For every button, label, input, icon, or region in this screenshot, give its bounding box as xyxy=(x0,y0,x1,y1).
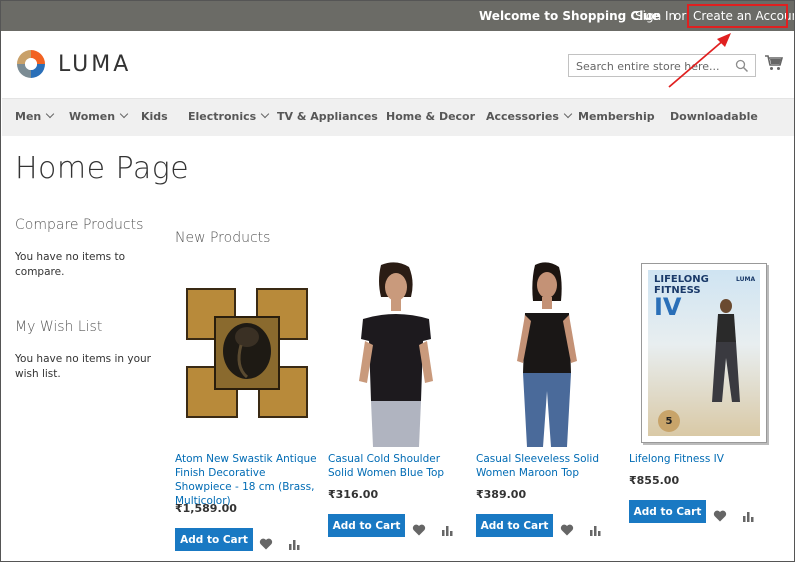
page-title: Home Page xyxy=(15,151,190,186)
luma-logo-icon[interactable] xyxy=(15,48,47,80)
nav-item-men[interactable]: Men xyxy=(15,109,55,123)
dvd-figure-image xyxy=(712,299,740,402)
product-name-link[interactable]: Casual Sleeveless Solid Women Maroon Top xyxy=(476,452,616,480)
product-image-lifelong-fitness-dvd[interactable]: LIFELONG FITNESS IV LUMA 5 xyxy=(641,263,767,443)
dvd-number-badge: 5 xyxy=(658,410,680,432)
dvd-cover: LIFELONG FITNESS IV LUMA 5 xyxy=(648,270,760,436)
compare-icon[interactable] xyxy=(440,523,454,537)
product-name-link[interactable]: Casual Cold Shoulder Solid Women Blue To… xyxy=(328,452,468,480)
or-separator: or xyxy=(674,9,687,23)
sign-in-link[interactable]: Sign In xyxy=(635,9,676,23)
dvd-title-line-1: LIFELONG xyxy=(654,274,709,285)
nav-item-tv-appliances[interactable]: TV & Appliances xyxy=(277,110,378,123)
wishlist-heart-icon[interactable] xyxy=(412,523,426,537)
chevron-down-icon xyxy=(260,109,270,119)
cart-icon[interactable] xyxy=(765,55,783,71)
product-name-link[interactable]: Lifelong Fitness IV xyxy=(629,452,769,466)
product-price: ₹855.00 xyxy=(629,474,680,487)
luma-logo-text[interactable]: LUMA xyxy=(58,52,131,77)
wishlist-empty-text: You have no items in your wish list. xyxy=(15,353,152,380)
nav-item-label: Home & Decor xyxy=(386,110,476,123)
nav-item-kids[interactable]: Kids xyxy=(141,110,168,123)
chevron-down-icon xyxy=(119,109,129,119)
product-image-swastik[interactable] xyxy=(177,279,317,427)
add-to-cart-button[interactable]: Add to Cart xyxy=(629,500,706,523)
nav-item-downloadable[interactable]: Downloadable xyxy=(670,110,758,123)
dvd-brand: LUMA xyxy=(736,276,756,283)
chevron-down-icon xyxy=(46,109,55,119)
compare-products-empty-text: You have no items to compare. xyxy=(15,251,126,278)
product-name-link[interactable]: Atom New Swastik Antique Finish Decorati… xyxy=(175,452,323,508)
main-navigation: Men Women Kids Electronics TV & Applianc… xyxy=(2,98,794,136)
wishlist-title: My Wish List xyxy=(15,319,103,335)
top-panel: Welcome to Shopping Clue Sign In or Crea… xyxy=(1,1,794,31)
compare-icon[interactable] xyxy=(741,509,755,523)
product-image-sleeveless-top[interactable] xyxy=(507,261,587,447)
nav-item-label: Accessories xyxy=(486,110,559,123)
compare-icon[interactable] xyxy=(588,523,602,537)
compare-icon[interactable] xyxy=(287,537,301,551)
chevron-down-icon xyxy=(563,109,573,119)
browser-viewport: Welcome to Shopping Clue Sign In or Crea… xyxy=(0,0,795,562)
highlight-box xyxy=(687,4,788,28)
compare-products-title: Compare Products xyxy=(15,217,144,233)
product-image-cold-shoulder-top[interactable] xyxy=(351,261,441,447)
nav-item-label: Membership xyxy=(578,110,655,123)
dvd-title-line-3: IV xyxy=(654,293,682,321)
annotation-arrow xyxy=(668,33,731,88)
nav-item-label: Downloadable xyxy=(670,110,758,123)
nav-item-label: Kids xyxy=(141,110,168,123)
nav-item-accessories[interactable]: Accessories xyxy=(486,109,573,123)
nav-item-women[interactable]: Women xyxy=(69,109,129,123)
nav-item-label: Men xyxy=(15,110,42,123)
nav-item-home-decor[interactable]: Home & Decor xyxy=(386,110,475,123)
product-price: ₹316.00 xyxy=(328,488,379,501)
nav-item-electronics[interactable]: Electronics xyxy=(188,109,270,123)
wishlist-heart-icon[interactable] xyxy=(259,537,273,551)
nav-item-label: Women xyxy=(69,110,116,123)
wishlist-heart-icon[interactable] xyxy=(713,509,727,523)
nav-item-label: TV & Appliances xyxy=(277,110,378,123)
wishlist-heart-icon[interactable] xyxy=(560,523,574,537)
add-to-cart-button[interactable]: Add to Cart xyxy=(328,514,405,537)
add-to-cart-button[interactable]: Add to Cart xyxy=(175,528,253,551)
welcome-message: Welcome to Shopping Clue xyxy=(479,9,661,23)
add-to-cart-button[interactable]: Add to Cart xyxy=(476,514,553,537)
product-price: ₹389.00 xyxy=(476,488,527,501)
nav-item-membership[interactable]: Membership xyxy=(578,110,655,123)
nav-item-label: Electronics xyxy=(188,110,257,123)
product-price: ₹1,589.00 xyxy=(175,502,237,515)
new-products-title: New Products xyxy=(175,230,271,246)
